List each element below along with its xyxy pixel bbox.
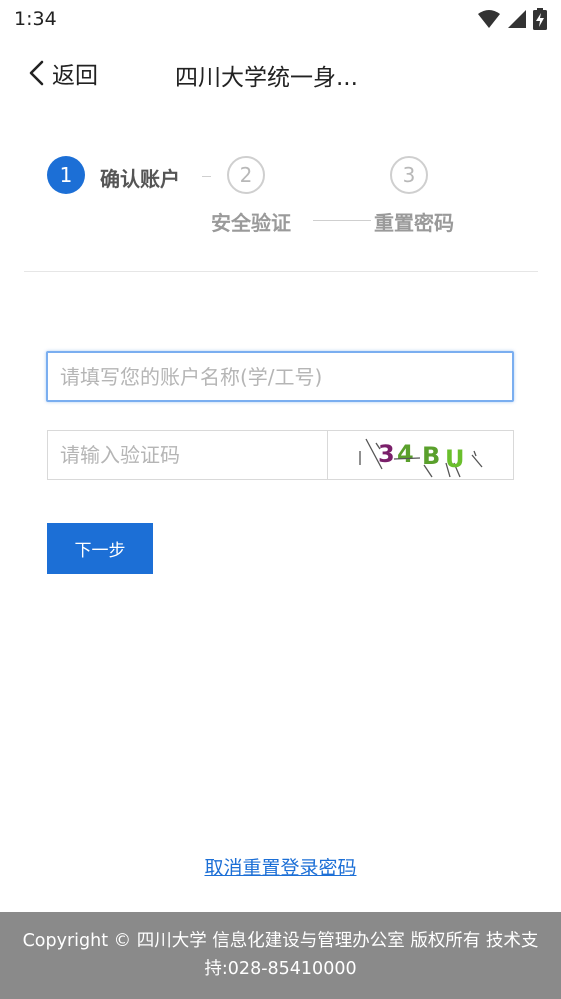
step-3-circle: 3 bbox=[390, 156, 428, 194]
cancel-reset-link[interactable]: 取消重置登录密码 bbox=[0, 853, 561, 880]
step-3-label: 重置密码 bbox=[374, 211, 454, 235]
captcha-char-2: 4 bbox=[397, 440, 414, 468]
back-label: 返回 bbox=[52, 63, 98, 89]
account-name-input[interactable] bbox=[46, 351, 514, 402]
step-1-circle: 1 bbox=[47, 156, 85, 194]
top-nav: 返回 四川大学统一身... bbox=[0, 42, 561, 102]
step-1-label: 确认账户 bbox=[100, 167, 180, 191]
status-time: 1:34 bbox=[14, 8, 57, 30]
page-title: 四川大学统一身... bbox=[175, 65, 358, 91]
back-button[interactable]: 返回 bbox=[26, 56, 98, 90]
chevron-left-icon bbox=[29, 60, 44, 86]
footer-copyright: Copyright © 四川大学 信息化建设与管理办公室 版权所有 技术支 bbox=[22, 931, 539, 951]
step-indicator: 1 确认账户 2 安全验证 3 重置密码 bbox=[0, 150, 561, 250]
captcha-row: 3 4 B U bbox=[47, 430, 514, 480]
captcha-input[interactable] bbox=[48, 431, 327, 479]
captcha-char-3: B bbox=[422, 442, 440, 470]
footer: Copyright © 四川大学 信息化建设与管理办公室 版权所有 技术支 持:… bbox=[0, 912, 561, 999]
footer-support: 持:028-85410000 bbox=[204, 959, 357, 979]
cell-signal-icon bbox=[508, 10, 526, 28]
step-2-label: 安全验证 bbox=[211, 211, 291, 235]
step-connector bbox=[313, 220, 371, 221]
next-step-button[interactable]: 下一步 bbox=[47, 523, 153, 574]
step-connector bbox=[202, 176, 211, 177]
wifi-icon bbox=[478, 10, 500, 28]
step-2-circle: 2 bbox=[227, 156, 265, 194]
captcha-image[interactable]: 3 4 B U bbox=[327, 431, 514, 479]
section-divider bbox=[24, 271, 538, 272]
status-icons bbox=[477, 7, 547, 31]
captcha-char-1: 3 bbox=[378, 440, 395, 468]
status-bar: 1:34 bbox=[0, 0, 561, 38]
captcha-char-4: U bbox=[445, 445, 465, 473]
battery-charging-icon bbox=[533, 8, 547, 30]
